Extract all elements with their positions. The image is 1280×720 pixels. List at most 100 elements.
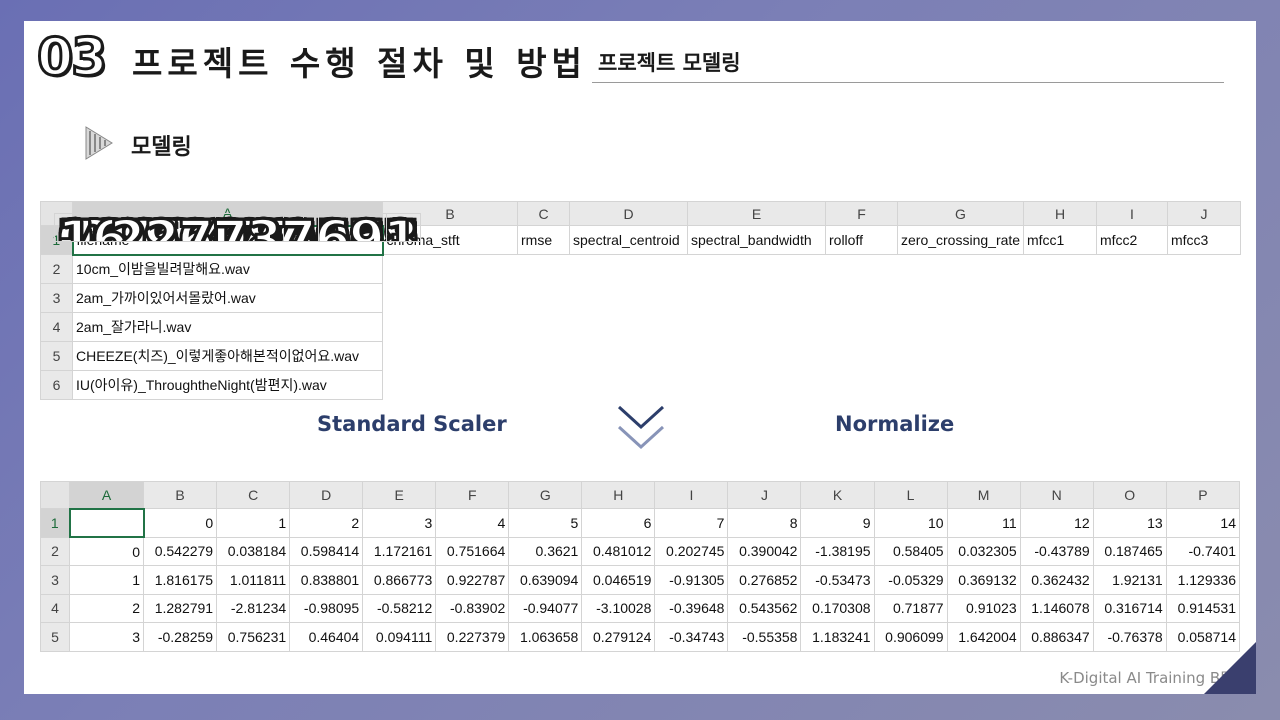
table-cell[interactable]: 3 xyxy=(69,622,145,652)
table-cell[interactable]: 1.183241 xyxy=(800,622,875,652)
table-cell[interactable]: 1.642004 xyxy=(946,622,1021,652)
table-cell[interactable]: 1.172161 xyxy=(362,536,437,566)
column-header[interactable]: F xyxy=(825,201,898,226)
table-cell[interactable]: CHEEZE(치즈)_이렇게좋아해본적이없어요.wav xyxy=(72,341,383,371)
table-cell[interactable]: -0.7401 xyxy=(1165,536,1241,566)
table-cell[interactable]: 0.481012 xyxy=(581,536,656,566)
column-header[interactable]: L xyxy=(873,481,948,509)
table-cell[interactable]: 1.227737 xyxy=(53,212,319,242)
table-cell[interactable]: 12 xyxy=(1019,508,1094,538)
column-header[interactable]: E xyxy=(687,201,826,226)
column-header[interactable]: P xyxy=(1165,481,1241,509)
table-cell[interactable]: 11 xyxy=(946,508,1021,538)
column-header[interactable]: C xyxy=(517,201,570,226)
table-cell[interactable]: -0.83902 xyxy=(435,593,510,623)
table-cell[interactable] xyxy=(68,507,145,538)
table-cell[interactable]: 0.046519 xyxy=(581,565,656,595)
table-cell[interactable]: -1.38195 xyxy=(800,536,875,566)
select-all-corner[interactable] xyxy=(39,481,71,509)
column-header[interactable]: E xyxy=(362,481,437,509)
column-header[interactable]: C xyxy=(216,481,291,509)
table-cell[interactable]: 0.751664 xyxy=(435,536,510,566)
table-cell[interactable]: 10cm_이밤을빌려말해요.wav xyxy=(72,254,383,284)
column-header[interactable]: K xyxy=(800,481,875,509)
table-cell[interactable]: 1.011811 xyxy=(216,565,291,595)
table-cell[interactable]: -0.94077 xyxy=(508,593,583,623)
row-header[interactable]: 6 xyxy=(40,370,73,400)
table-cell[interactable]: 0.838801 xyxy=(289,565,364,595)
table-cell[interactable]: 1.92131 xyxy=(1092,565,1167,595)
table-cell[interactable]: 5 xyxy=(508,508,583,538)
table-cell[interactable]: 8 xyxy=(727,508,802,538)
column-header[interactable]: H xyxy=(1023,201,1097,226)
column-header[interactable]: H xyxy=(581,481,656,509)
table-cell[interactable]: 0 xyxy=(143,508,218,538)
table-cell[interactable]: 0.886347 xyxy=(1019,622,1094,652)
row-header[interactable]: 3 xyxy=(40,283,73,313)
table-cell[interactable]: IU(아이유)_ThroughtheNight(밤편지).wav xyxy=(72,370,383,400)
row-header[interactable]: 1 xyxy=(39,508,71,538)
row-header[interactable]: 5 xyxy=(39,622,71,652)
table-cell[interactable]: -3.10028 xyxy=(581,593,656,623)
row-header[interactable]: 3 xyxy=(39,565,71,595)
table-cell[interactable]: -0.28259 xyxy=(143,622,218,652)
table-cell[interactable]: 4 xyxy=(435,508,510,538)
table-cell[interactable]: 0.187465 xyxy=(1092,536,1167,566)
table-cell[interactable]: 0.279124 xyxy=(581,622,656,652)
column-header[interactable]: A xyxy=(69,481,145,510)
table-cell[interactable]: 0.227379 xyxy=(435,622,510,652)
column-header[interactable]: I xyxy=(654,481,729,509)
table-cell[interactable]: 0.170308 xyxy=(800,593,875,623)
table-cell[interactable]: zero_crossing_rate xyxy=(897,225,1024,255)
table-cell[interactable]: 0.3621 xyxy=(508,536,583,566)
row-header[interactable]: 2 xyxy=(39,536,71,566)
table-cell[interactable]: mfcc3 xyxy=(1167,225,1241,255)
table-cell[interactable]: 1.816175 xyxy=(143,565,218,595)
table-cell[interactable]: 0.866773 xyxy=(362,565,437,595)
table-cell[interactable]: 9 xyxy=(800,508,875,538)
table-cell[interactable]: 0.202745 xyxy=(654,536,729,566)
table-cell[interactable]: 1 xyxy=(69,565,145,595)
column-header[interactable]: F xyxy=(435,481,510,509)
table-cell[interactable]: -0.98095 xyxy=(289,593,364,623)
table-cell[interactable]: 0 xyxy=(69,536,145,566)
table-cell[interactable]: 6 xyxy=(581,508,656,538)
table-cell[interactable]: 0.542279 xyxy=(143,536,218,566)
table-cell[interactable]: 3 xyxy=(362,508,437,538)
column-header[interactable]: D xyxy=(569,201,688,226)
column-header[interactable]: G xyxy=(508,481,583,509)
row-header[interactable]: 2 xyxy=(40,254,73,284)
row-header[interactable]: 5 xyxy=(40,341,73,371)
column-header[interactable]: M xyxy=(946,481,1021,509)
table-cell[interactable]: 1 xyxy=(216,508,291,538)
column-header[interactable]: N xyxy=(1019,481,1094,509)
table-cell[interactable]: 0.543562 xyxy=(727,593,802,623)
table-cell[interactable]: -0.05329 xyxy=(873,565,948,595)
table-cell[interactable]: -2.81234 xyxy=(216,593,291,623)
table-cell[interactable]: 0.914531 xyxy=(1165,593,1241,623)
table-cell[interactable]: -0.76378 xyxy=(1092,622,1167,652)
table-cell[interactable]: 0.598414 xyxy=(289,536,364,566)
table-cell[interactable]: 0.46404 xyxy=(289,622,364,652)
row-header[interactable]: 4 xyxy=(39,593,71,623)
table-cell[interactable]: 0.316714 xyxy=(1092,593,1167,623)
table-cell[interactable]: 1.063658 xyxy=(508,622,583,652)
table-cell[interactable]: rmse xyxy=(517,225,570,255)
table-cell[interactable]: -0.39648 xyxy=(654,593,729,623)
table-cell[interactable]: 0.362432 xyxy=(1019,565,1094,595)
table-cell[interactable]: 0.756231 xyxy=(216,622,291,652)
table-cell[interactable]: 0.906099 xyxy=(873,622,948,652)
column-header[interactable]: J xyxy=(1167,201,1241,226)
table-cell[interactable]: 2 xyxy=(69,593,145,623)
table-cell[interactable]: -0.91305 xyxy=(654,565,729,595)
column-header[interactable]: O xyxy=(1092,481,1167,509)
table-cell[interactable]: 0.094111 xyxy=(362,622,437,652)
column-header[interactable]: J xyxy=(727,481,802,509)
table-cell[interactable]: -0.34743 xyxy=(654,622,729,652)
table-cell[interactable]: -0.58212 xyxy=(362,593,437,623)
column-header[interactable]: I xyxy=(1096,201,1168,226)
table-cell[interactable]: spectral_centroid xyxy=(569,225,688,255)
table-cell[interactable]: 14 xyxy=(1165,508,1241,538)
table-cell[interactable]: 0.639094 xyxy=(508,565,583,595)
table-cell[interactable]: 7 xyxy=(654,508,729,538)
